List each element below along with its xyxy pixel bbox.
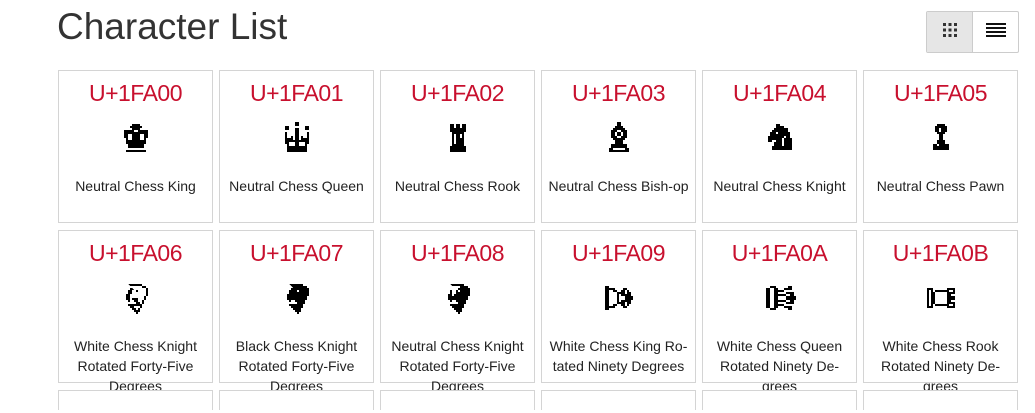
list-icon bbox=[985, 22, 1006, 43]
character-card[interactable]: U+1FA03 Neutral Chess Bish-op bbox=[541, 70, 696, 223]
neutral-chess-king-icon bbox=[120, 122, 152, 154]
character-card-partial[interactable] bbox=[380, 390, 535, 410]
code-point: U+1FA05 bbox=[893, 80, 988, 106]
character-card[interactable]: U+1FA05 Neutral Chess Pawn bbox=[863, 70, 1018, 223]
character-grid: U+1FA00 Neutral Chess King U+1FA01 Neutr… bbox=[58, 70, 1035, 410]
character-card[interactable]: U+1FA09 White Chess King Ro-tated Ninety… bbox=[541, 230, 696, 383]
character-card[interactable]: U+1FA07 Black Chess Knight Rotated Forty… bbox=[219, 230, 374, 394]
view-toggle bbox=[926, 11, 1019, 53]
character-card-partial[interactable] bbox=[541, 390, 696, 410]
character-card[interactable]: U+1FA01 Neutral Chess Queen bbox=[219, 70, 374, 223]
page-title: Character List bbox=[57, 6, 288, 47]
code-point: U+1FA04 bbox=[732, 80, 827, 106]
neutral-chess-queen-icon bbox=[281, 122, 313, 154]
code-point: U+1FA09 bbox=[571, 240, 666, 266]
character-card[interactable]: U+1FA08 Neutral Chess Knight Rotated For… bbox=[380, 230, 535, 394]
character-name: White Chess Knight Rotated Forty-Five De… bbox=[74, 338, 197, 394]
code-point: U+1FA00 bbox=[88, 80, 183, 106]
neutral-knight-rotated-45-icon bbox=[442, 282, 474, 314]
character-name: Neutral Chess King bbox=[75, 178, 196, 194]
code-point: U+1FA03 bbox=[571, 80, 666, 106]
code-point: U+1FA06 bbox=[88, 240, 183, 266]
character-card[interactable]: U+1FA06 White Chess Knight Rotated Forty… bbox=[58, 230, 213, 394]
code-point: U+1FA01 bbox=[249, 80, 344, 106]
code-point: U+1FA0B bbox=[892, 240, 989, 266]
grid-view-button[interactable] bbox=[927, 12, 973, 52]
character-name: Black Chess Knight Rotated Forty-Five De… bbox=[235, 338, 358, 394]
grid-icon bbox=[942, 22, 958, 43]
white-rook-rotated-90-icon bbox=[925, 282, 957, 314]
white-queen-rotated-90-icon bbox=[764, 282, 796, 314]
character-card[interactable]: U+1FA04 Neutral Chess Knight bbox=[702, 70, 857, 223]
character-name: Neutral Chess Rook bbox=[394, 178, 521, 194]
character-card-partial[interactable] bbox=[219, 390, 374, 410]
character-name: Neutral Chess Knight Rotated Forty-Five … bbox=[391, 338, 524, 394]
code-point: U+1FA02 bbox=[410, 80, 505, 106]
character-card-partial[interactable] bbox=[58, 390, 213, 410]
character-name: Neutral Chess Pawn bbox=[876, 178, 1005, 194]
character-card-partial[interactable] bbox=[702, 390, 857, 410]
character-card[interactable]: U+1FA02 Neutral Chess Rook bbox=[380, 70, 535, 223]
character-name: Neutral Chess Knight bbox=[713, 178, 846, 194]
character-card[interactable]: U+1FA00 Neutral Chess King bbox=[58, 70, 213, 223]
character-name: White Chess Queen Rotated Ninety De-gree… bbox=[716, 338, 843, 394]
white-knight-rotated-45-icon bbox=[120, 282, 152, 314]
character-card[interactable]: U+1FA0A White Chess Queen Rotated Ninety… bbox=[702, 230, 857, 394]
neutral-chess-rook-icon bbox=[442, 122, 474, 154]
code-point: U+1FA07 bbox=[249, 240, 344, 266]
character-name: White Chess Rook Rotated Ninety De-grees bbox=[880, 338, 1001, 394]
character-card[interactable]: U+1FA0B White Chess Rook Rotated Ninety … bbox=[863, 230, 1018, 394]
character-name: Neutral Chess Queen bbox=[229, 178, 364, 194]
code-point: U+1FA08 bbox=[410, 240, 505, 266]
code-point: U+1FA0A bbox=[731, 240, 828, 266]
white-king-rotated-90-icon bbox=[603, 282, 635, 314]
character-name: Neutral Chess Bish-op bbox=[548, 178, 689, 194]
neutral-chess-bishop-icon bbox=[603, 122, 635, 154]
neutral-chess-pawn-icon bbox=[925, 122, 957, 154]
list-view-button[interactable] bbox=[973, 12, 1018, 52]
character-card-partial[interactable] bbox=[863, 390, 1018, 410]
character-name: White Chess King Ro-tated Ninety Degrees bbox=[549, 338, 688, 374]
black-knight-rotated-45-icon bbox=[281, 282, 313, 314]
neutral-chess-knight-icon bbox=[764, 122, 796, 154]
